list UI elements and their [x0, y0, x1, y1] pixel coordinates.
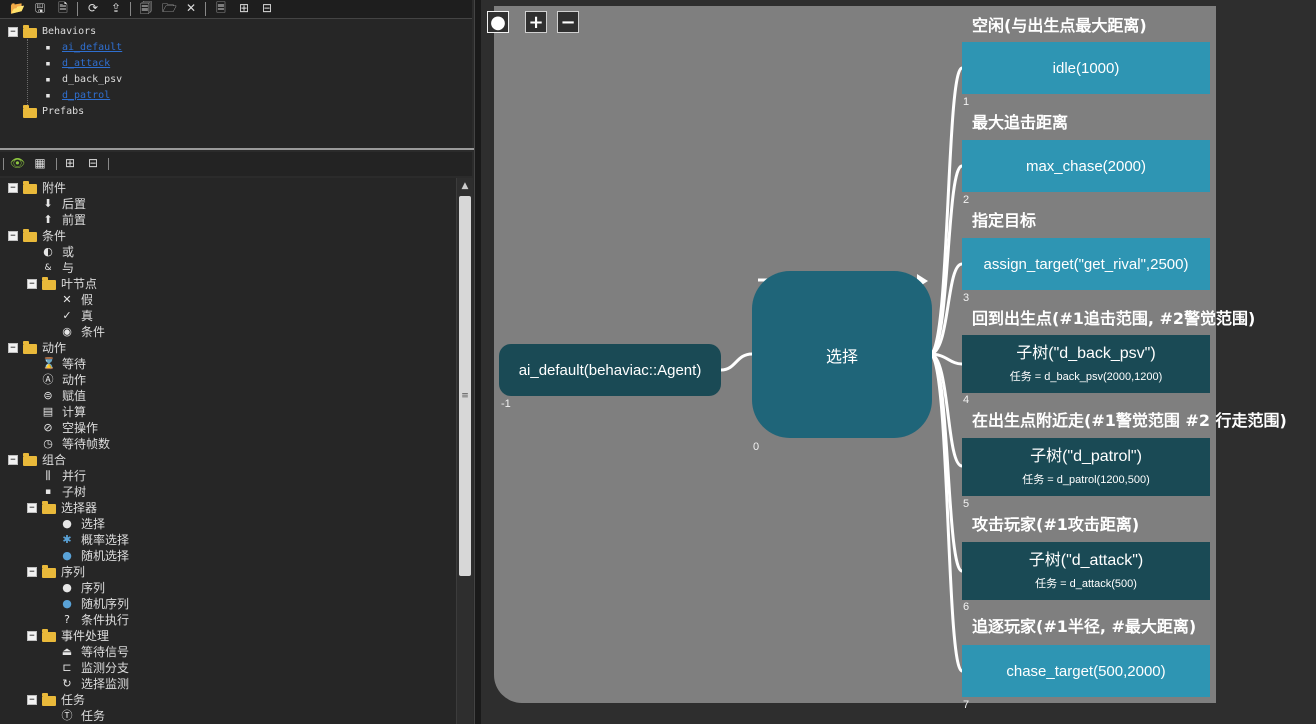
subtree-title: 子树("d_back_psv") — [1016, 345, 1156, 362]
subtree-title: 子树("d_patrol") — [1030, 448, 1142, 465]
node-index: 6 — [963, 601, 970, 613]
node-comment: 最大追击距离 — [972, 113, 1069, 132]
node-index: 7 — [963, 699, 970, 711]
node-index: 2 — [963, 194, 970, 206]
node-index: 5 — [963, 498, 970, 510]
action-node[interactable]: chase_target(500,2000) — [962, 645, 1210, 697]
node-comment: 空闲(与出生点最大距离) — [972, 16, 1147, 35]
subtree-node[interactable]: 子树("d_patrol") 任务 = d_patrol(1200,500) — [962, 438, 1210, 496]
selector-node[interactable]: 选择 — [752, 271, 932, 438]
node-comment: 攻击玩家(#1攻击距离) — [972, 515, 1140, 534]
subtree-title: 子树("d_attack") — [1028, 552, 1144, 569]
subtree-task: 任务 = d_back_psv(2000,1200) — [1009, 371, 1163, 383]
subtree-node[interactable]: 子树("d_back_psv") 任务 = d_back_psv(2000,12… — [962, 335, 1210, 393]
node-index: 3 — [963, 292, 970, 304]
node-index: 4 — [963, 394, 970, 406]
node-comment: 回到出生点(#1追击范围, #2警觉范围) — [972, 309, 1256, 328]
root-node[interactable]: ai_default(behaviac::Agent) — [499, 344, 721, 396]
subtree-task: 任务 = d_attack(500) — [1035, 578, 1137, 590]
action-node[interactable]: assign_target("get_rival",2500) — [962, 238, 1210, 290]
node-comment: 在出生点附近走(#1警觉范围 #2 行走范围) — [972, 411, 1287, 430]
node-comment: 追逐玩家(#1半径, #最大距离) — [972, 617, 1197, 636]
action-node[interactable]: max_chase(2000) — [962, 140, 1210, 192]
node-index: -1 — [501, 398, 511, 410]
subtree-node[interactable]: 子树("d_attack") 任务 = d_attack(500) — [962, 542, 1210, 600]
node-index: 1 — [963, 96, 970, 108]
node-comment: 指定目标 — [972, 211, 1037, 230]
subtree-task: 任务 = d_patrol(1200,500) — [1022, 474, 1150, 486]
node-index: 0 — [753, 441, 760, 453]
action-node[interactable]: idle(1000) — [962, 42, 1210, 94]
